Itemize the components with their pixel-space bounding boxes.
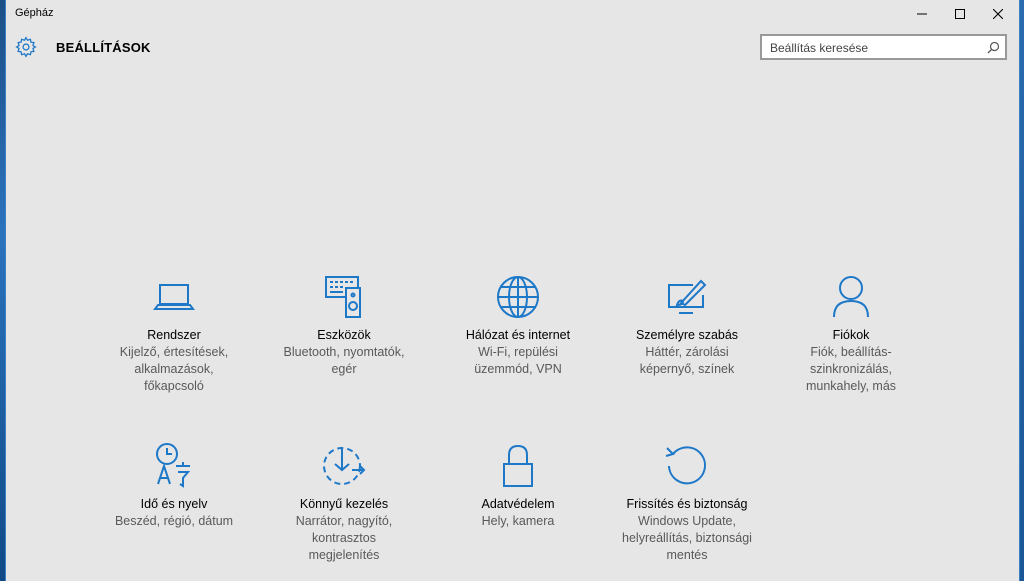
- tile-title: Hálózat és internet: [465, 328, 571, 342]
- desktop-background-right: [1020, 0, 1024, 581]
- tile-description: Narrátor, nagyító, kontrasztos megjelení…: [295, 514, 393, 562]
- globe-icon: [497, 276, 539, 318]
- tile-description: Kijelző, értesítések, alkalmazások, főka…: [119, 345, 229, 393]
- tile-frissites[interactable]: Frissítés és biztonság Windows Update, h…: [602, 442, 772, 564]
- window-title: Gépház: [15, 7, 54, 19]
- tile-szemelyre-szabas[interactable]: Személyre szabás Háttér, zárolási képern…: [602, 273, 772, 378]
- time-language-icon: [156, 443, 191, 488]
- tile-title: Adatvédelem: [481, 497, 555, 511]
- tile-description: Fiók, beállítás-szinkronizálás, munkahel…: [805, 345, 897, 393]
- personalize-icon: [668, 279, 707, 314]
- tile-description: Hely, kamera: [481, 514, 555, 528]
- settings-window: Gépház BEÁLLÍTÁSOK Beállítás keresése Re…: [5, 0, 1020, 581]
- tile-description: Beszéd, régió, dátum: [114, 514, 234, 528]
- lock-icon: [503, 444, 533, 487]
- tile-ido-es-nyelv[interactable]: Idő és nyelv Beszéd, régió, dátum: [89, 442, 259, 530]
- tile-description: Háttér, zárolási képernyő, színek: [639, 345, 735, 376]
- tile-title: Eszközök: [317, 328, 371, 342]
- tile-rendszer[interactable]: Rendszer Kijelző, értesítések, alkalmazá…: [89, 273, 259, 395]
- tile-title: Fiókok: [832, 328, 870, 342]
- tile-description: Bluetooth, nyomtatók, egér: [283, 345, 405, 376]
- tile-title: Idő és nyelv: [140, 497, 208, 511]
- tile-eszkozok[interactable]: Eszközök Bluetooth, nyomtatók, egér: [259, 273, 429, 378]
- minimize-button[interactable]: [903, 0, 941, 28]
- minimize-icon: [917, 13, 927, 15]
- search-box[interactable]: [760, 34, 1007, 60]
- ease-of-access-icon: [323, 447, 366, 485]
- laptop-icon: [153, 284, 195, 310]
- tile-description: Wi-Fi, repülési üzemmód, VPN: [474, 345, 562, 376]
- tile-title: Könnyű kezelés: [299, 497, 389, 511]
- devices-icon: [325, 276, 361, 318]
- gear-icon: [15, 36, 37, 58]
- close-icon: [993, 9, 1003, 19]
- tile-halozat[interactable]: Hálózat és internet Wi-Fi, repülési üzem…: [433, 273, 603, 378]
- close-button[interactable]: [979, 0, 1017, 28]
- tile-title: Frissítés és biztonság: [626, 497, 748, 511]
- tile-konnyu-kezeles[interactable]: Könnyű kezelés Narrátor, nagyító, kontra…: [259, 442, 429, 564]
- tile-title: Rendszer: [147, 328, 201, 342]
- maximize-button[interactable]: [941, 0, 979, 28]
- tile-description: Windows Update, helyreállítás, biztonság…: [622, 514, 752, 562]
- title-bar[interactable]: Gépház: [6, 0, 1019, 28]
- update-icon: [665, 446, 706, 485]
- tile-adatvedelem[interactable]: Adatvédelem Hely, kamera: [433, 442, 603, 530]
- person-icon: [833, 276, 869, 318]
- tile-fiokok[interactable]: Fiókok Fiók, beállítás-szinkronizálás, m…: [766, 273, 936, 395]
- tile-title: Személyre szabás: [635, 328, 739, 342]
- page-title: BEÁLLÍTÁSOK: [56, 40, 151, 55]
- maximize-icon: [955, 9, 965, 19]
- search-icon[interactable]: [987, 41, 1000, 54]
- search-input[interactable]: [768, 38, 982, 58]
